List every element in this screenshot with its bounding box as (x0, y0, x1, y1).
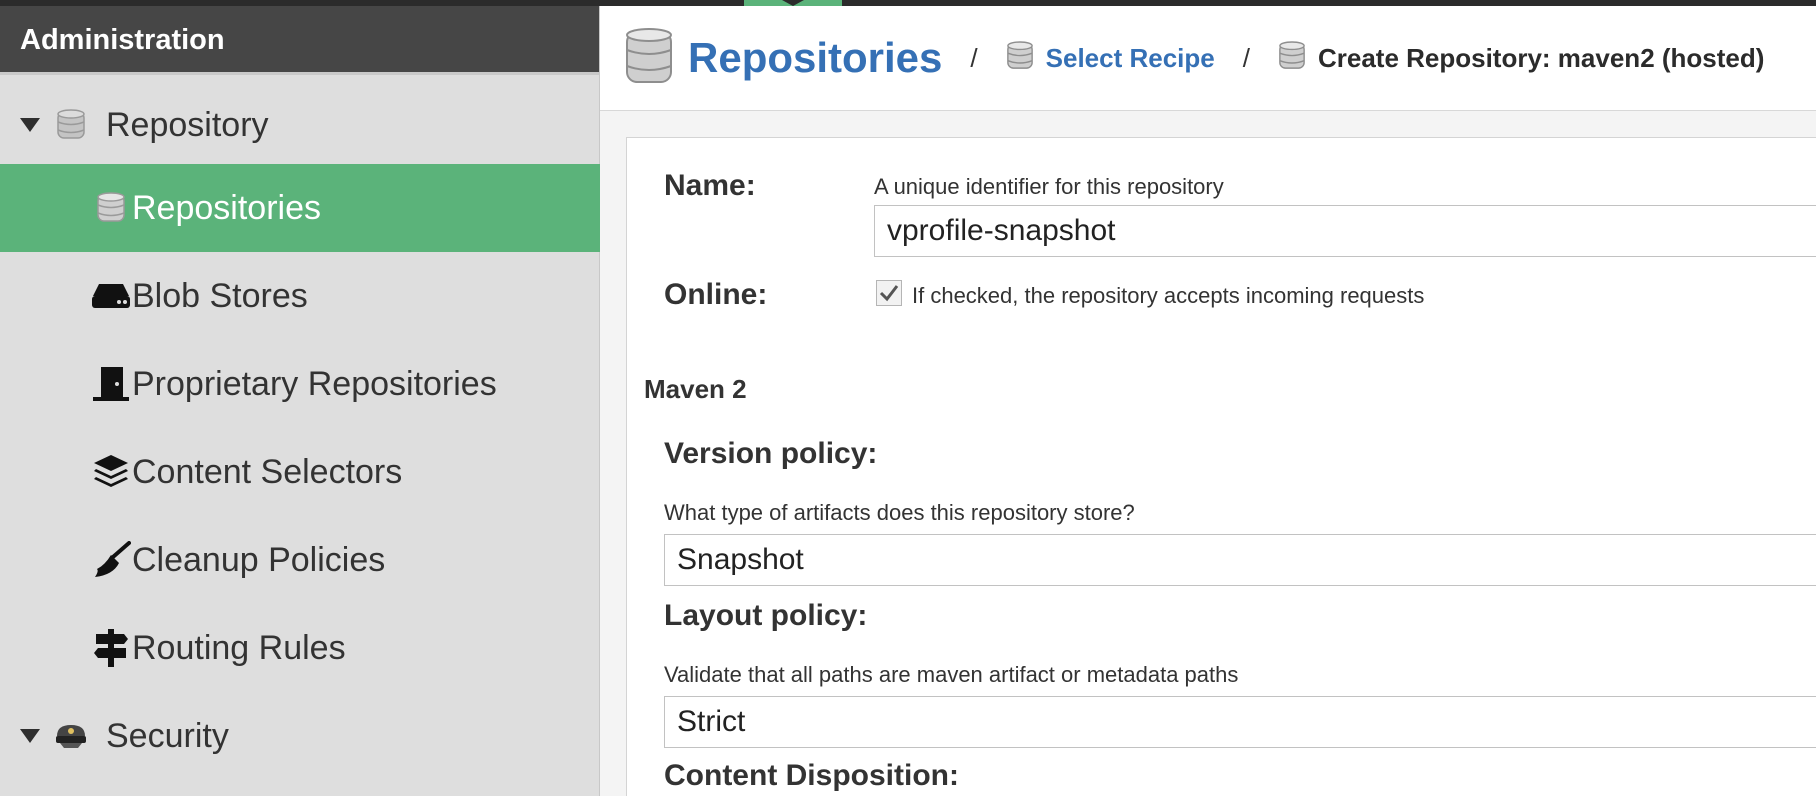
layers-icon (90, 451, 132, 493)
caret-down-icon[interactable] (20, 729, 40, 743)
door-icon (90, 363, 132, 405)
sidebar-header: Administration (0, 6, 599, 75)
name-label: Name: (664, 169, 756, 202)
sidebar-item-proprietary-repositories[interactable]: Proprietary Repositories (0, 340, 600, 428)
sidebar-item-blob-stores[interactable]: Blob Stores (0, 252, 600, 340)
sidebar-item-content-selectors[interactable]: Content Selectors (0, 428, 600, 516)
sidebar-group-label: Security (106, 716, 229, 755)
breadcrumb-root[interactable]: Repositories (688, 34, 942, 82)
maven-section-title: Maven 2 (644, 374, 747, 404)
database-icon (624, 26, 674, 91)
breadcrumb: Repositories / Select Recipe / Create Re… (600, 6, 1816, 111)
database-icon (90, 187, 132, 229)
database-icon (1278, 39, 1306, 78)
layout-policy-label: Layout policy: (664, 599, 868, 632)
sidebar-group-repository[interactable]: Repository (0, 81, 600, 169)
sidebar: Administration Repository Repositories B… (0, 6, 600, 796)
sidebar-item-label: Repositories (132, 188, 321, 227)
sidebar-item-label: Content Selectors (132, 452, 403, 491)
breadcrumb-current: Create Repository: maven2 (hosted) (1317, 42, 1765, 73)
online-checkbox[interactable] (876, 280, 902, 306)
name-help-text: A unique identifier for this repository (874, 174, 1224, 199)
repository-form-panel: Name: A unique identifier for this repos… (626, 137, 1816, 796)
sidebar-item-label: Cleanup Policies (132, 540, 386, 579)
version-policy-help-text: What type of artifacts does this reposit… (664, 500, 1135, 525)
database-icon (52, 106, 90, 144)
sidebar-group-security[interactable]: Security (0, 692, 600, 780)
content-disposition-label: Content Disposition: (664, 759, 959, 792)
name-input[interactable]: vprofile-snapshot (874, 205, 1816, 257)
caret-down-icon[interactable] (20, 118, 40, 132)
police-hat-icon (52, 717, 90, 755)
sidebar-item-cleanup-policies[interactable]: Cleanup Policies (0, 516, 600, 604)
breadcrumb-separator: / (1242, 42, 1250, 73)
sidebar-item-label: Proprietary Repositories (132, 364, 497, 403)
checkmark-icon (879, 285, 899, 302)
sidebar-item-routing-rules[interactable]: Routing Rules (0, 604, 600, 692)
sidebar-item-label: Routing Rules (132, 628, 346, 667)
sidebar-item-label: Blob Stores (132, 276, 308, 315)
hard-drive-icon (90, 275, 132, 317)
breadcrumb-separator: / (970, 42, 978, 73)
online-help-text: If checked, the repository accepts incom… (912, 283, 1425, 308)
broom-icon (90, 539, 132, 581)
online-label: Online: (664, 278, 768, 311)
layout-policy-select[interactable]: Strict (664, 696, 1816, 748)
version-policy-label: Version policy: (664, 437, 878, 470)
layout-policy-help-text: Validate that all paths are maven artifa… (664, 662, 1239, 687)
sidebar-group-label: Repository (106, 105, 269, 144)
main-content: Repositories / Select Recipe / Create Re… (600, 6, 1816, 796)
signpost-icon (90, 627, 132, 669)
database-icon (1006, 39, 1034, 78)
version-policy-select[interactable]: Snapshot (664, 534, 1816, 586)
sidebar-item-repositories[interactable]: Repositories (0, 164, 600, 252)
breadcrumb-select-recipe[interactable]: Select Recipe (1046, 43, 1215, 74)
